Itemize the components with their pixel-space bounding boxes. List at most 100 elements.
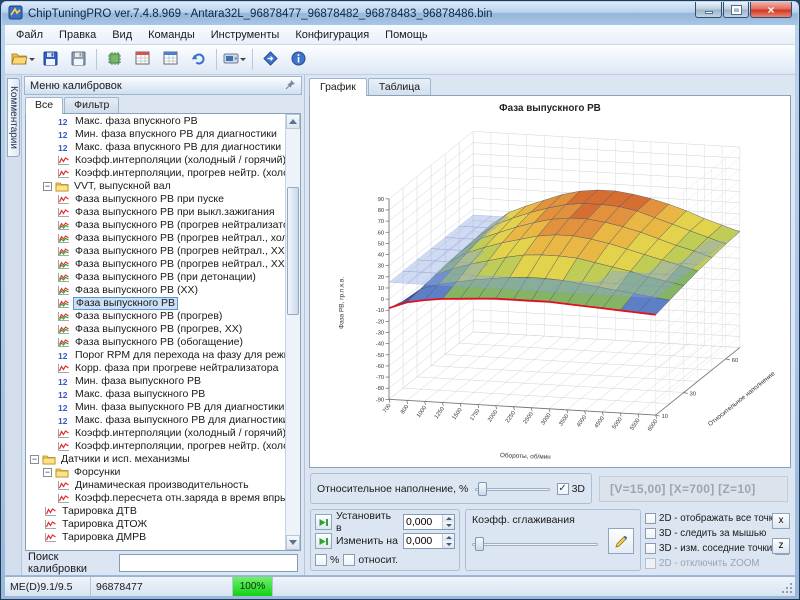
tree-item[interactable]: 12Мин. фаза выпускного РВ для диагностик… bbox=[26, 401, 285, 414]
checksum-button[interactable] bbox=[101, 47, 128, 72]
axis-x-button[interactable]: x bbox=[772, 513, 790, 529]
edit-curve-button[interactable] bbox=[608, 528, 634, 554]
menu-item-6[interactable]: Помощь bbox=[377, 27, 436, 43]
close-button[interactable]: × bbox=[750, 2, 792, 18]
spin-up-button[interactable] bbox=[443, 534, 454, 541]
tree-item[interactable]: Фаза выпускного РВ (прогрев нейтрал., хо… bbox=[26, 232, 285, 245]
table-view-button[interactable] bbox=[157, 47, 184, 72]
view-tab-0[interactable]: График bbox=[309, 78, 367, 96]
tree-item[interactable]: 12Мин. фаза впускного РВ для диагностики bbox=[26, 128, 285, 141]
tree-item-label: Коэфф.интерполяции (холодный / горячий) bbox=[73, 427, 285, 440]
scroll-up-button[interactable] bbox=[286, 114, 300, 129]
tree-item[interactable]: −Датчики и исп. механизмы bbox=[26, 453, 285, 466]
comments-side-tab[interactable]: Комментарии bbox=[7, 78, 20, 157]
tree-item[interactable]: Фаза выпускного РВ при выкл.зажигания bbox=[26, 206, 285, 219]
tree-item[interactable]: Коэфф.интерполяции, прогрев нейтр. (холо… bbox=[26, 167, 285, 180]
axis-z-button[interactable]: z bbox=[772, 538, 790, 554]
tree-item[interactable]: Фаза выпускного РВ (обогащение) bbox=[26, 336, 285, 349]
spin-down-button[interactable] bbox=[443, 522, 454, 529]
tree-item[interactable]: Фаза выпускного РВ bbox=[26, 297, 285, 310]
menu-item-5[interactable]: Конфигурация bbox=[287, 27, 377, 43]
tree-item[interactable]: Коэфф.интерполяции, прогрев нейтр. (холо… bbox=[26, 440, 285, 453]
fill-slider[interactable] bbox=[475, 481, 549, 497]
tree-item[interactable]: 12Макс. фаза впускного РВ bbox=[26, 115, 285, 128]
svg-text:-80: -80 bbox=[376, 386, 384, 392]
relative-checkbox[interactable]: относит. bbox=[343, 554, 398, 566]
tree-item[interactable]: 12Макс. фаза выпускного РВ для диагности… bbox=[26, 414, 285, 427]
search-input[interactable] bbox=[119, 554, 298, 572]
change-value-input[interactable] bbox=[404, 534, 442, 548]
maximize-button[interactable] bbox=[723, 2, 749, 18]
tree-item[interactable]: Фаза выпускного РВ (прогрев) bbox=[26, 310, 285, 323]
smoothing-slider[interactable] bbox=[472, 536, 598, 552]
tree-item-label: Коэфф.интерполяции, прогрев нейтр. (холо… bbox=[73, 167, 285, 180]
tree-item[interactable]: Корр. фаза при прогреве нейтрализатора bbox=[26, 362, 285, 375]
tree-item[interactable]: Тарировка ДМРВ bbox=[26, 531, 285, 544]
chart-area[interactable]: -90-80-70-60-50-40-30-20-100102030405060… bbox=[309, 95, 791, 468]
expand-toggle[interactable]: − bbox=[30, 455, 39, 464]
compare-files-button[interactable] bbox=[257, 47, 284, 72]
surface-plot[interactable]: -90-80-70-60-50-40-30-20-100102030405060… bbox=[310, 96, 790, 467]
spin-up-button[interactable] bbox=[443, 515, 454, 522]
save-button[interactable] bbox=[37, 47, 64, 72]
resize-grip[interactable] bbox=[780, 577, 795, 596]
save-as-button[interactable] bbox=[65, 47, 92, 72]
spin-down-button[interactable] bbox=[443, 541, 454, 548]
pin-icon[interactable] bbox=[285, 79, 296, 93]
option-checkbox-1[interactable]: 3D - следить за мышью bbox=[645, 528, 766, 539]
option-checkbox-3[interactable]: 2D - отключить ZOOM bbox=[645, 558, 759, 569]
tree-item[interactable]: Тарировка ДТВ bbox=[26, 505, 285, 518]
tree-scrollbar[interactable] bbox=[285, 114, 300, 550]
tree-item[interactable]: Фаза выпускного РВ (при детонации) bbox=[26, 271, 285, 284]
percent-checkbox[interactable]: % bbox=[315, 554, 339, 566]
option-checkbox-0[interactable]: 2D - отображать все точки bbox=[645, 513, 779, 524]
menu-item-2[interactable]: Вид bbox=[104, 27, 140, 43]
tree-item[interactable]: Фаза выпускного РВ (XX) bbox=[26, 284, 285, 297]
set-value-input[interactable] bbox=[404, 515, 442, 529]
device-button[interactable] bbox=[221, 47, 248, 72]
tree-item[interactable]: Фаза выпускного РВ при пуске bbox=[26, 193, 285, 206]
change-apply-button[interactable] bbox=[315, 533, 332, 549]
tree-item[interactable]: 12Макс. фаза выпускного РВ bbox=[26, 388, 285, 401]
minimize-button[interactable] bbox=[695, 2, 722, 18]
scrollbar-track[interactable] bbox=[286, 129, 300, 535]
tree-item[interactable]: Фаза выпускного РВ (прогрев нейтрализато… bbox=[26, 219, 285, 232]
menu-item-1[interactable]: Правка bbox=[51, 27, 104, 43]
title-bar[interactable]: ChipTuningPRO ver.7.4.8.969 - Antara32L_… bbox=[2, 2, 798, 25]
dropdown-caret-icon[interactable] bbox=[29, 58, 35, 61]
view-tab-1[interactable]: Таблица bbox=[368, 78, 431, 95]
set-apply-button[interactable] bbox=[315, 514, 332, 530]
tree-item[interactable]: −VVT, выпускной вал bbox=[26, 180, 285, 193]
scroll-down-button[interactable] bbox=[286, 535, 300, 550]
compare-tables-button[interactable] bbox=[129, 47, 156, 72]
tree-item[interactable]: Фаза выпускного РВ (прогрев нейтрал., XX… bbox=[26, 258, 285, 271]
tree-item[interactable]: Динамическая производительность bbox=[26, 479, 285, 492]
calib-tab-0[interactable]: Все bbox=[25, 97, 63, 114]
menu-item-0[interactable]: Файл bbox=[8, 27, 51, 43]
tree-item[interactable]: Фаза выпускного РВ (прогрев, XX) bbox=[26, 323, 285, 336]
expand-toggle[interactable]: − bbox=[43, 182, 52, 191]
undo-button[interactable] bbox=[185, 47, 212, 72]
tree-item[interactable]: 12Макс. фаза впускного РВ для диагностик… bbox=[26, 141, 285, 154]
calib-tab-1[interactable]: Фильтр bbox=[64, 97, 119, 113]
menu-item-3[interactable]: Команды bbox=[140, 27, 203, 43]
fill-slider-thumb[interactable] bbox=[478, 482, 487, 496]
tree-item[interactable]: 12Мин. фаза выпускного РВ bbox=[26, 375, 285, 388]
open-button[interactable] bbox=[9, 47, 36, 72]
tree-item[interactable]: Коэфф.пересчета отн.заряда в время впрыс… bbox=[26, 492, 285, 505]
dropdown-caret-icon[interactable] bbox=[240, 58, 246, 61]
smoothing-slider-thumb[interactable] bbox=[475, 537, 484, 551]
tree-item[interactable]: Фаза выпускного РВ (прогрев нейтрал., XX… bbox=[26, 245, 285, 258]
tree-item[interactable]: 12Порог RPM для перехода на фазу для реж… bbox=[26, 349, 285, 362]
option-checkbox-2[interactable]: 3D - изм. соседние точки bbox=[645, 543, 772, 554]
scrollbar-thumb[interactable] bbox=[287, 187, 299, 315]
tree-item[interactable]: Коэфф.интерполяции (холодный / горячий) bbox=[26, 427, 285, 440]
svg-text:2500: 2500 bbox=[523, 411, 535, 425]
3d-checkbox[interactable]: ✓ 3D bbox=[557, 483, 585, 495]
menu-item-4[interactable]: Инструменты bbox=[203, 27, 288, 43]
tree-item[interactable]: −Форсунки bbox=[26, 466, 285, 479]
about-button[interactable] bbox=[285, 47, 312, 72]
tree-item[interactable]: Тарировка ДТОЖ bbox=[26, 518, 285, 531]
tree-item[interactable]: Коэфф.интерполяции (холодный / горячий) bbox=[26, 154, 285, 167]
expand-toggle[interactable]: − bbox=[43, 468, 52, 477]
